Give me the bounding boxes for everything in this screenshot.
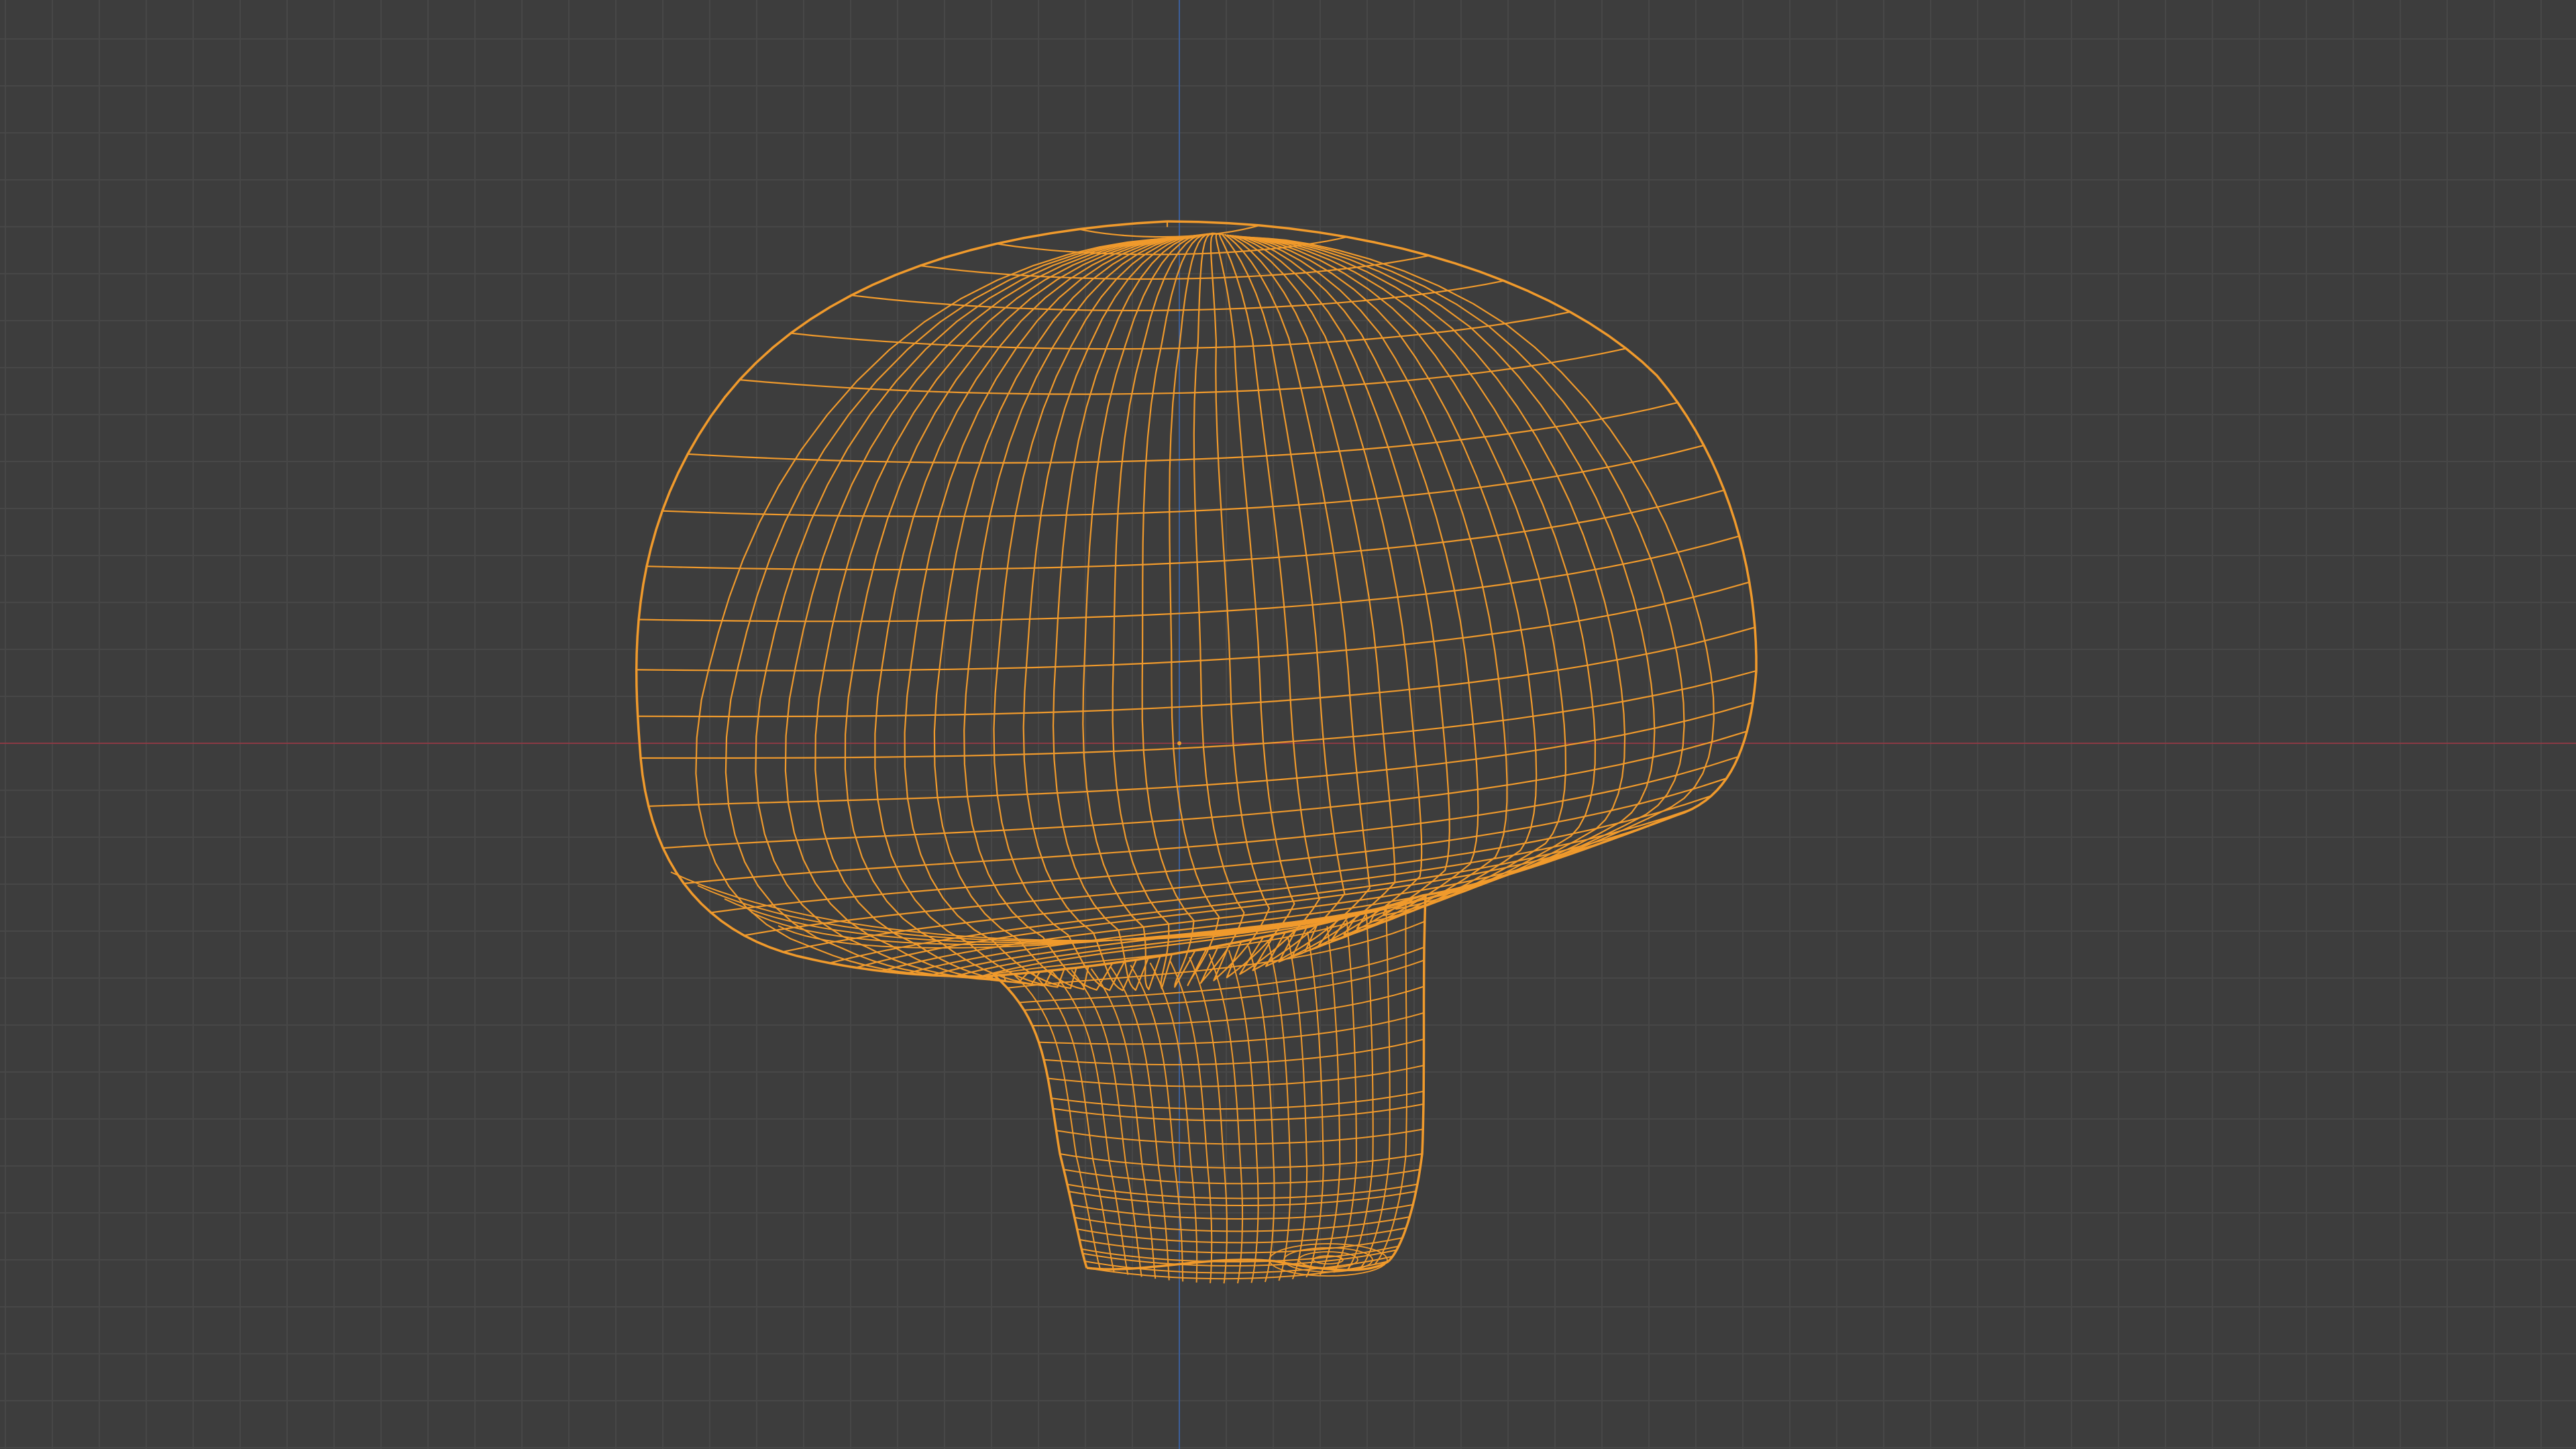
cap-meridian-line — [1251, 237, 1715, 897]
stem-meridian-line — [992, 973, 1087, 1269]
cap-ring-line — [637, 627, 1756, 718]
cap-ring-line — [641, 669, 1757, 759]
stem-meridian-line — [1110, 966, 1170, 1281]
stem-meridian-line — [1169, 959, 1213, 1283]
stem-meridian-line — [1130, 965, 1184, 1282]
cap-meridian-line — [1169, 233, 1220, 986]
cap-meridian-line — [1193, 232, 1245, 984]
mushroom-stem-wire[interactable] — [991, 896, 1427, 1284]
origin-dot-icon — [1177, 741, 1181, 745]
stem-meridian-line — [1090, 968, 1157, 1279]
stem-meridian-line — [1287, 936, 1308, 1280]
cap-ring-line — [739, 347, 1627, 395]
stem-meridian-line — [1228, 950, 1259, 1283]
stem-meridian-line — [1149, 962, 1198, 1283]
viewport-canvas[interactable] — [0, 0, 2576, 1449]
cap-underside-line — [670, 871, 1423, 941]
stem-ring-line — [1032, 985, 1424, 1026]
cap-meridian-line — [1236, 235, 1508, 942]
mushroom-cap-wire[interactable] — [635, 220, 1758, 991]
cap-meridian-line — [1249, 237, 1685, 904]
stem-meridian-line — [1031, 971, 1115, 1273]
stem-outline-left — [991, 973, 1088, 1269]
stem-meridian-line — [1333, 920, 1357, 1273]
stem-ring-line — [1038, 1012, 1424, 1045]
mushroom-mesh[interactable] — [635, 220, 1758, 1284]
cap-ring-line — [684, 755, 1739, 885]
cap-meridian-line — [1141, 233, 1212, 988]
cap-meridian-line — [1242, 236, 1596, 923]
3d-viewport[interactable] — [0, 0, 2576, 1449]
